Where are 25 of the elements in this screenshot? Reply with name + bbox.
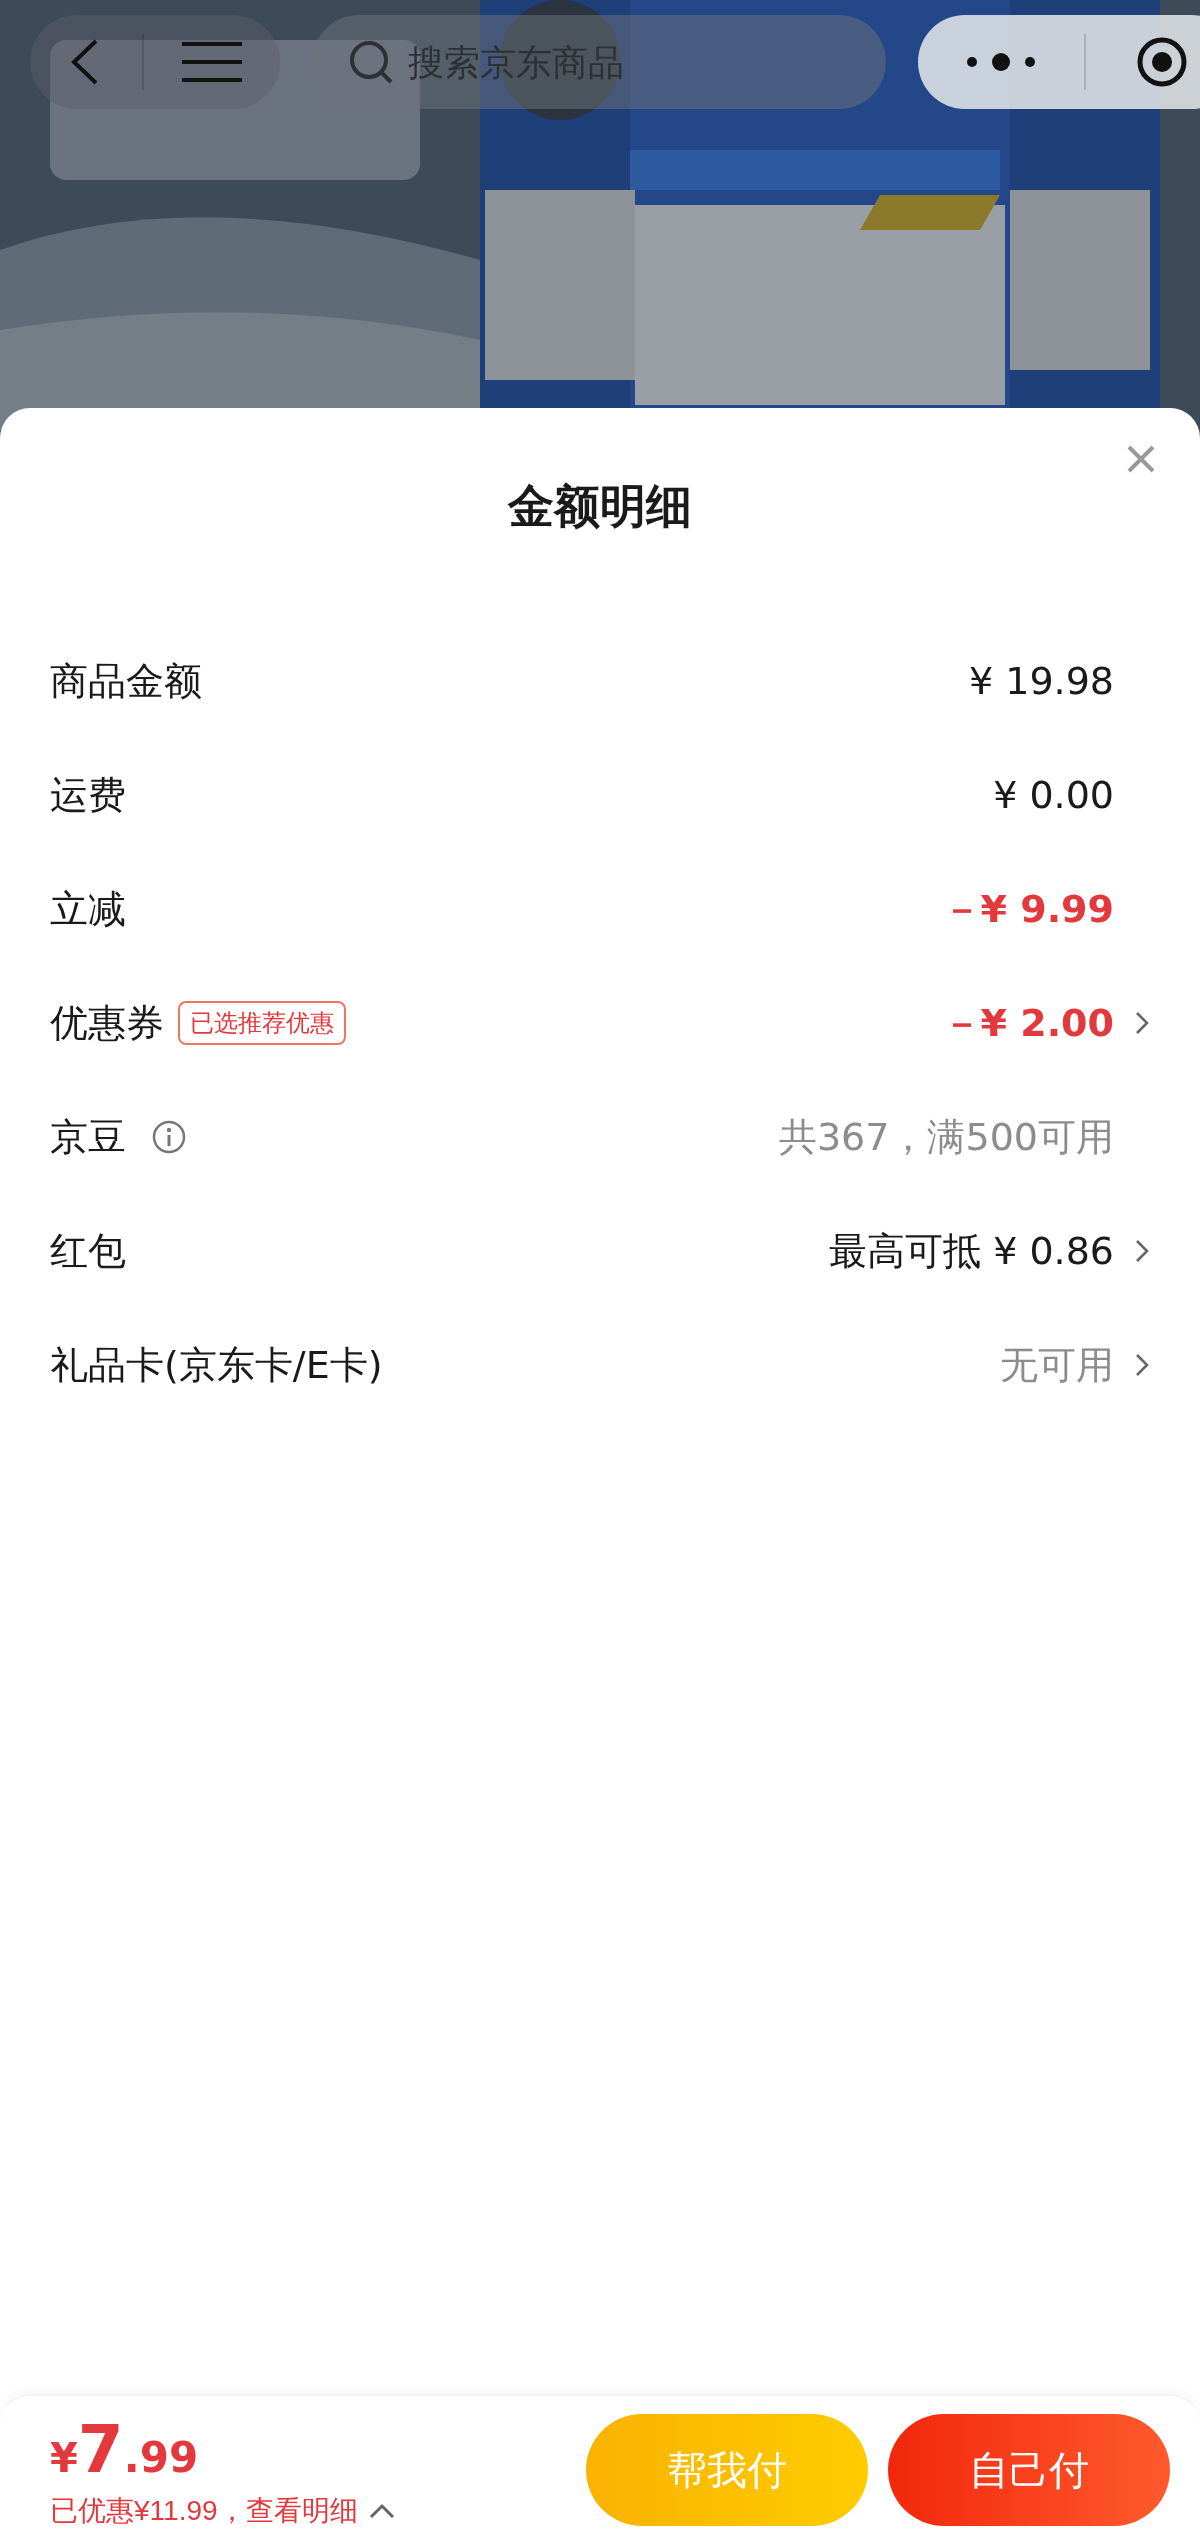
target-icon <box>1136 36 1188 88</box>
row-label: 立减 <box>50 885 126 933</box>
recommended-tag: 已选推荐优惠 <box>178 1001 346 1045</box>
menu-icon <box>180 40 244 84</box>
row-value: 无可用 <box>1000 1341 1114 1389</box>
row-label: 红包 <box>50 1227 126 1275</box>
close-icon <box>1126 444 1156 474</box>
info-icon[interactable] <box>152 1120 186 1154</box>
search-icon <box>348 39 394 85</box>
row-label: 商品金额 <box>50 657 202 705</box>
row-label: 运费 <box>50 771 126 819</box>
total-price: ¥7.99 <box>50 2410 200 2488</box>
sheet-title: 金额明细 <box>506 478 693 535</box>
row-value: －¥ 9.99 <box>942 885 1114 933</box>
row-label: 京豆 <box>50 1113 126 1161</box>
row-value: 最高可抵 ¥ 0.86 <box>829 1227 1114 1275</box>
pay-button[interactable]: 自己付 <box>888 2414 1170 2526</box>
row-label: 礼品卡(京东卡/E卡) <box>50 1341 383 1389</box>
row-label: 优惠券 <box>50 999 164 1047</box>
discount-detail-link[interactable]: 已优惠¥11.99，查看明细 <box>50 2491 566 2530</box>
row-value: －¥ 2.00 <box>942 999 1114 1047</box>
row-value: 共367，满500可用 <box>778 1113 1114 1161</box>
more-icon <box>964 50 1038 74</box>
row-value: ¥ 19.98 <box>968 659 1114 703</box>
row-value: ¥ 0.00 <box>993 773 1114 817</box>
